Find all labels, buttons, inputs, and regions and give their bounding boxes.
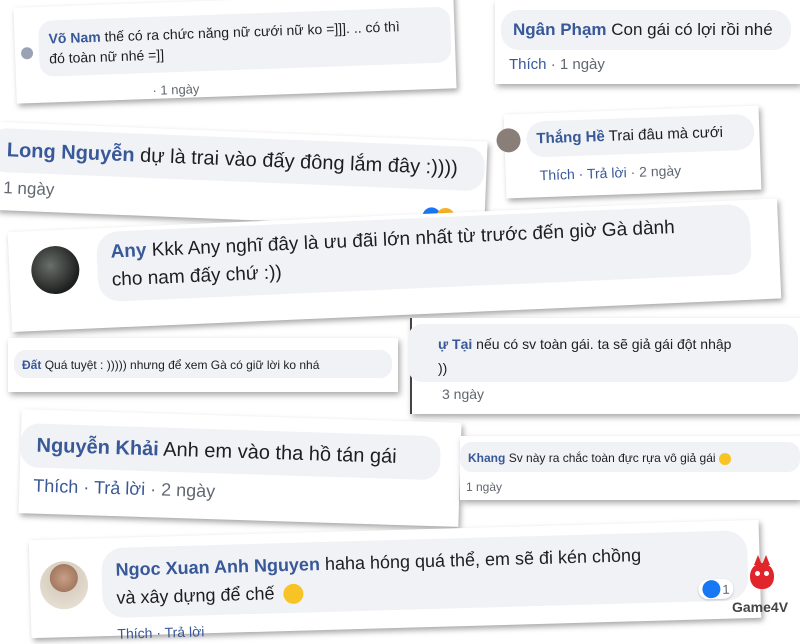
like-link[interactable]: Thích	[539, 166, 575, 183]
comment-snippet-ngoc-xuan-anh-nguyen: Ngoc Xuan Anh Nguyen haha hóng quá thể, …	[28, 519, 762, 642]
commenter-name[interactable]: ự Tại	[438, 336, 472, 352]
comment-bubble: Võ Nam thế có ra chức năng nữ cưới nữ ko…	[37, 6, 452, 77]
comment-text: Kkk Any nghĩ đây là ưu đãi lớn nhất từ t…	[151, 217, 676, 261]
comment-actions-cutoff: Thích · Trả lời	[117, 623, 205, 642]
like-link[interactable]: Thích	[33, 476, 79, 497]
avatar[interactable]	[39, 560, 89, 610]
comment-snippet-tu-tai: ự Tại nếu có sv toàn gái. ta sẽ giả gái …	[408, 318, 800, 414]
game4v-logo: Game4V	[730, 555, 796, 625]
avatar[interactable]	[20, 47, 34, 60]
comment-bubble: Ngoc Xuan Anh Nguyen haha hóng quá thể, …	[101, 530, 749, 619]
reply-link[interactable]: · Trả lời	[83, 477, 145, 499]
avatar[interactable]	[30, 245, 81, 296]
comment-snippet-vo-nam: Võ Nam thế có ra chức năng nữ cưới nữ ko…	[13, 0, 457, 104]
comment-bubble: Long Nguyễn dự là trai vào đấy đông lắm …	[0, 127, 486, 192]
commenter-name[interactable]: Ngoc Xuan Anh Nguyen	[115, 554, 320, 580]
comment-bubble: Đất Quá tuyệt : ))))) nhưng để xem Gà có…	[14, 350, 392, 378]
like-reaction-icon	[702, 579, 721, 599]
commenter-name[interactable]: Ngân Phạm	[513, 20, 607, 39]
comment-text: thế có ra chức năng nữ cưới nữ ko =]]]. …	[104, 18, 400, 45]
avatar[interactable]	[496, 127, 521, 153]
comment-actions: Thích · Trả lời · 2 ngày	[539, 162, 681, 183]
comment-bubble: ự Tại nếu có sv toàn gái. ta sẽ giả gái …	[408, 324, 798, 382]
comment-text-line2: và xây dựng để chế	[116, 583, 275, 608]
comment-snippet-thang-he: Thắng Hề Trai đâu mà cưới Thích · Trả lờ…	[496, 105, 762, 199]
reactions[interactable]: 1	[698, 578, 734, 600]
comment-snippet-khang: Khang Sv này ra chắc toàn đực rựa vô giả…	[460, 436, 800, 500]
commenter-name[interactable]: Võ Nam	[48, 29, 101, 47]
commenter-name[interactable]: Khang	[468, 451, 505, 465]
comment-timestamp: 1 ngày	[466, 480, 503, 494]
commenter-name[interactable]: Long Nguyễn	[6, 139, 135, 166]
comment-text: nếu có sv toàn gái. ta sẽ giả gái đột nh…	[476, 336, 732, 352]
comment-text: Con gái có lợi rồi nhé	[611, 20, 773, 39]
comment-text: haha hóng quá thể, em sẽ đi kén chồng	[324, 545, 642, 574]
comment-text: Trai đâu mà cưới	[608, 123, 724, 145]
like-link[interactable]: Thích	[509, 56, 547, 73]
comment-snippet-nguyen-khai: Nguyễn Khải Anh em vào tha hồ tán gái Th…	[18, 409, 462, 527]
comment-text: Quá tuyệt : ))))) nhưng để xem Gà có giữ…	[44, 358, 320, 372]
commenter-name[interactable]: Đất	[22, 358, 41, 372]
comment-snippet-any: Any Kkk Any nghĩ đây là ưu đãi lớn nhất …	[7, 198, 782, 332]
reply-link[interactable]: · Trả lời	[578, 164, 627, 182]
comment-snippet-dat: Đất Quá tuyệt : ))))) nhưng để xem Gà có…	[8, 338, 398, 392]
comment-actions: Thích · 1 ngày	[509, 56, 605, 73]
comment-timestamp: · 2 ngày	[630, 162, 682, 181]
comment-timestamp: · 1 ngày	[550, 56, 605, 73]
comment-actions: Thích · Trả lời · 2 ngày	[33, 476, 215, 503]
comment-bubble: Ngân Phạm Con gái có lợi rồi nhé	[501, 10, 791, 50]
comment-timestamp: · 1 ngày	[152, 81, 200, 98]
comment-bubble: Khang Sv này ra chắc toàn đực rựa vô giả…	[460, 442, 800, 472]
comment-bubble: Nguyễn Khải Anh em vào tha hồ tán gái	[19, 423, 442, 481]
comment-timestamp: · 2 ngày	[149, 479, 216, 502]
comment-bubble: Thắng Hề Trai đâu mà cưới	[525, 113, 755, 158]
comment-timestamp: 3 ngày	[442, 386, 485, 402]
laughing-emoji-icon	[718, 452, 731, 465]
comment-snippet-ngan-pham: Ngân Phạm Con gái có lợi rồi nhé Thích ·…	[495, 0, 800, 84]
comment-text-line2: đó toàn nữ nhé =]]	[48, 46, 165, 67]
mascot-icon	[746, 555, 778, 593]
comment-text-line2: ))	[438, 360, 448, 376]
brand-name: Game4V	[732, 599, 789, 615]
comment-text: dự là trai vào đấy đông lắm đây :))))	[139, 144, 459, 180]
smile-emoji-icon	[283, 583, 304, 605]
comment-bubble: Any Kkk Any nghĩ đây là ưu đãi lớn nhất …	[95, 203, 753, 303]
commenter-name[interactable]: Thắng Hề	[536, 128, 605, 147]
commenter-name[interactable]: Nguyễn Khải	[36, 435, 159, 461]
comment-text: Sv này ra chắc toàn đực rựa vô giả gái	[508, 451, 716, 465]
reaction-count: 1	[722, 581, 730, 597]
comment-text-line2: cho nam đấy chứ :))	[111, 262, 283, 291]
comment-text: Anh em vào tha hồ tán gái	[162, 438, 397, 468]
commenter-name[interactable]: Any	[110, 240, 147, 263]
comment-timestamp: 1 ngày	[2, 178, 55, 200]
